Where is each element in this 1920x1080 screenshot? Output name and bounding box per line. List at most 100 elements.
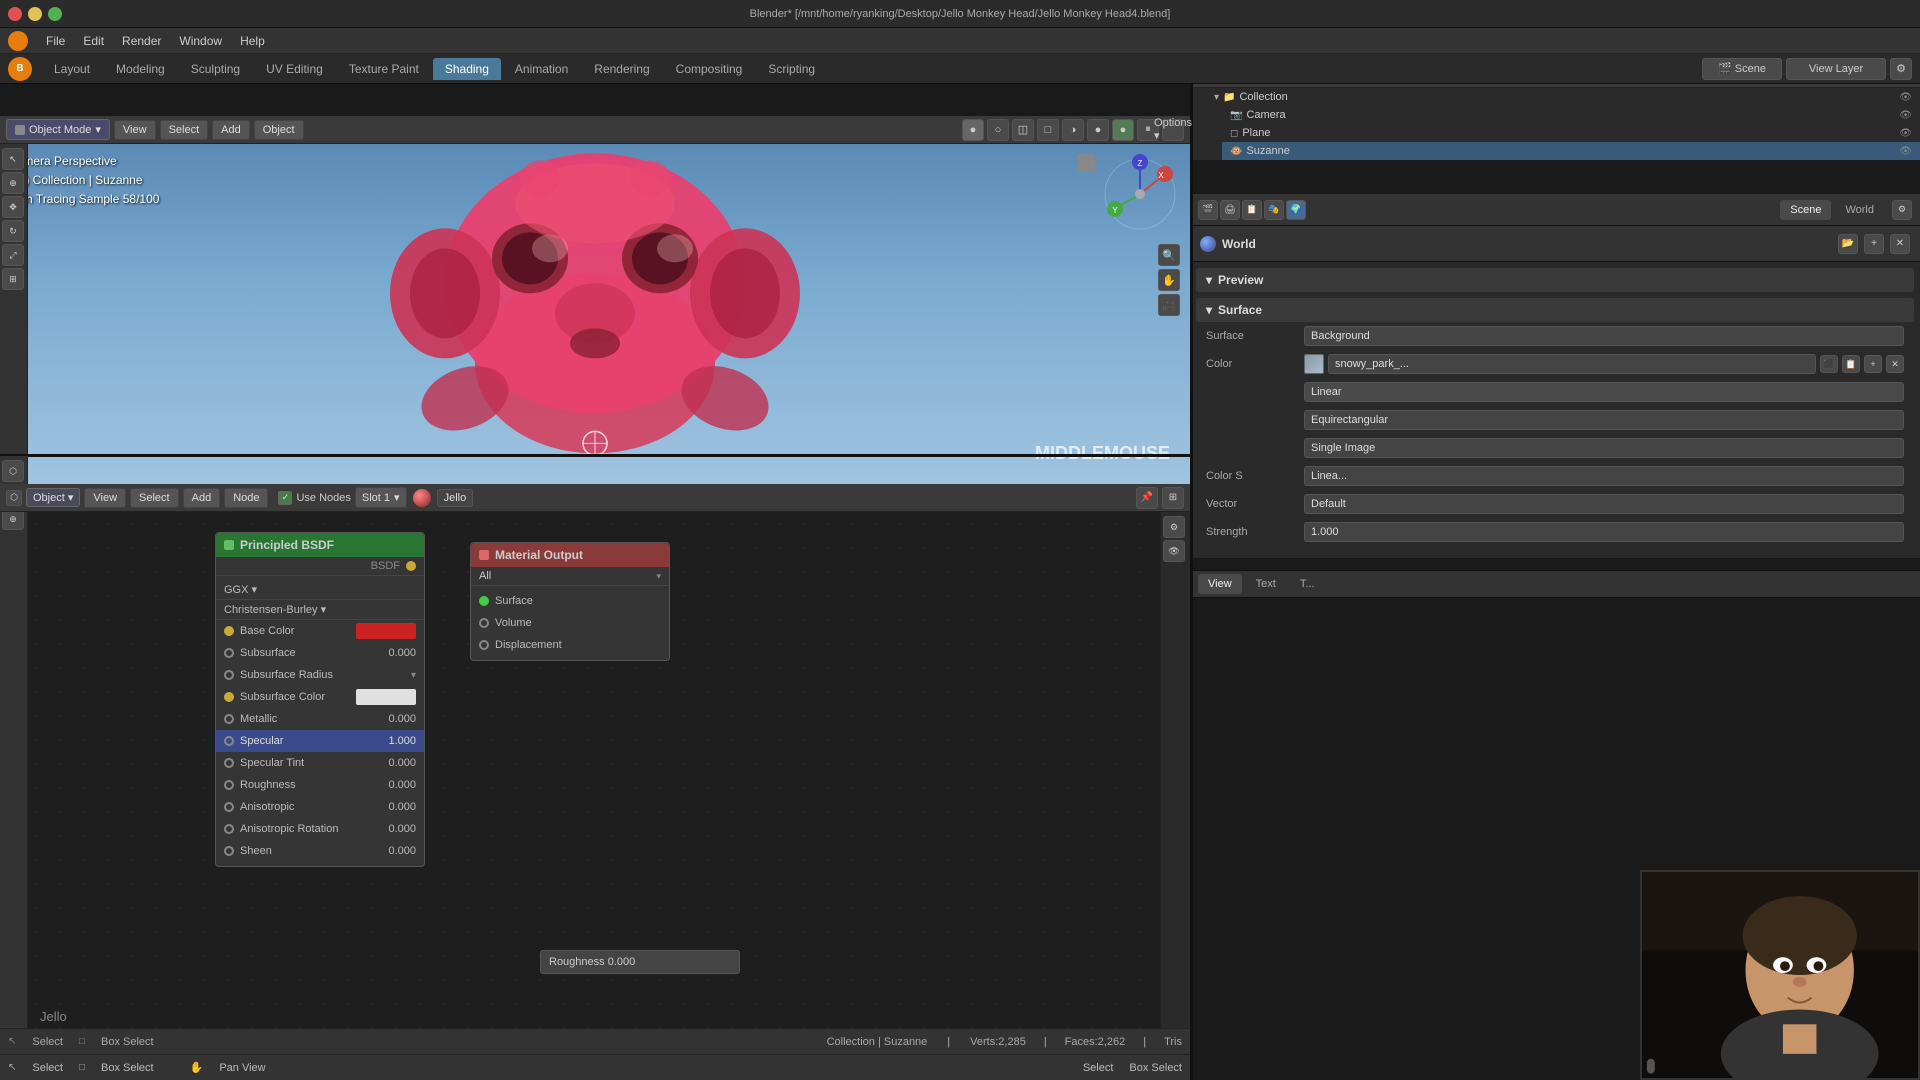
surface-input-socket[interactable] [479, 596, 489, 606]
select-btn-viewport[interactable]: Select [160, 120, 209, 140]
all-dropdown-row[interactable]: All ▾ [471, 567, 669, 586]
preview-section-title[interactable]: ▾ Preview [1196, 268, 1914, 292]
bottom-select-right[interactable]: Select [1083, 1062, 1114, 1074]
metallic-row[interactable]: Metallic 0.000 [216, 708, 424, 730]
options-icon[interactable]: Options ▾ [1162, 119, 1184, 141]
view-btn[interactable]: View [114, 120, 156, 140]
move-tool[interactable]: ✥ [2, 196, 24, 218]
scale-tool[interactable]: ⤢ [2, 244, 24, 266]
surface-section-title[interactable]: ▾ Surface [1196, 298, 1914, 322]
select-status[interactable]: Select [32, 1036, 63, 1048]
bottom-box-select-right[interactable]: Box Select [1129, 1062, 1182, 1074]
subsurface-socket[interactable] [224, 648, 234, 658]
roughness-socket[interactable] [224, 780, 234, 790]
base-color-socket[interactable] [224, 626, 234, 636]
select-tool[interactable]: ↖ [2, 148, 24, 170]
ggx-dropdown[interactable]: GGX ▾ [216, 580, 424, 600]
cursor-tool[interactable]: ⊕ [2, 172, 24, 194]
subsurface-color-swatch[interactable] [356, 689, 416, 705]
scene-selector[interactable]: 🎬 Scene [1702, 58, 1782, 80]
view-layer-selector[interactable]: View Layer [1786, 58, 1886, 80]
node-select-btn[interactable]: Select [130, 488, 179, 508]
node-view-fit[interactable]: ⊞ [1162, 487, 1184, 509]
scene-tab[interactable]: Scene [1780, 200, 1831, 220]
minimize-btn[interactable] [28, 7, 42, 21]
rendered-view-icon[interactable]: ● [962, 119, 984, 141]
render-props-icon[interactable]: 🎬 [1198, 200, 1218, 220]
maximize-btn[interactable] [48, 7, 62, 21]
single-image-value[interactable]: Single Image [1304, 438, 1904, 458]
specular-tint-socket[interactable] [224, 758, 234, 768]
subsurface-row[interactable]: Subsurface 0.000 [216, 642, 424, 664]
specular-row[interactable]: Specular 1.000 [216, 730, 424, 752]
add-btn[interactable]: Add [212, 120, 250, 140]
displacement-input-socket[interactable] [479, 640, 489, 650]
anisotropic-rotation-row[interactable]: Anisotropic Rotation 0.000 [216, 818, 424, 840]
shading-wire[interactable]: □ [1037, 119, 1059, 141]
scene-props-icon[interactable]: 🎭 [1264, 200, 1284, 220]
base-color-swatch[interactable] [356, 623, 416, 639]
bottom-pan-view[interactable]: Pan View [219, 1062, 265, 1074]
menu-file[interactable]: File [38, 32, 73, 50]
object-btn[interactable]: Object [254, 120, 304, 140]
material-output-node[interactable]: Material Output All ▾ Surface Volume Dis… [470, 542, 670, 661]
menu-window[interactable]: Window [171, 32, 230, 50]
color-browse-icon[interactable]: ⬛ [1820, 355, 1838, 373]
node-properties-icon[interactable]: ⚙ [1163, 516, 1185, 538]
specular-tint-row[interactable]: Specular Tint 0.000 [216, 752, 424, 774]
node-sidebar-tool1[interactable]: ⬡ [2, 460, 24, 482]
node-pin-icon[interactable]: 📌 [1136, 487, 1158, 509]
eye-icon-suzanne[interactable]: 👁 [1899, 146, 1912, 157]
sheen-row[interactable]: Sheen 0.000 [216, 840, 424, 862]
hand-tool[interactable]: ✋ [1158, 269, 1180, 291]
anisotropic-row[interactable]: Anisotropic 0.000 [216, 796, 424, 818]
eye-icon-collection[interactable]: 👁 [1899, 92, 1912, 103]
tab-uv-editing[interactable]: UV Editing [254, 58, 335, 80]
subsurface-radius-socket[interactable] [224, 670, 234, 680]
tab-animation[interactable]: Animation [503, 58, 580, 80]
strength-value[interactable]: 1.000 [1304, 522, 1904, 542]
world-browse-icon[interactable]: 📂 [1838, 234, 1858, 254]
view-tab[interactable]: View [1198, 574, 1242, 594]
collection-item-suzanne[interactable]: 🐵 Suzanne 👁 [1222, 142, 1920, 160]
linear-dropdown[interactable]: Linear [1304, 382, 1904, 402]
xray-icon[interactable]: ◫ [1012, 119, 1034, 141]
surface-value[interactable]: Background [1304, 326, 1904, 346]
nav-gizmo-container[interactable]: X Y Z [1100, 154, 1180, 237]
output-props-icon[interactable]: 🖨 [1220, 200, 1240, 220]
tab-compositing[interactable]: Compositing [664, 58, 755, 80]
tab-shading[interactable]: Shading [433, 58, 501, 80]
shading-rendered[interactable]: ● [1112, 119, 1134, 141]
tab-modeling[interactable]: Modeling [104, 58, 177, 80]
transform-tool[interactable]: ⊞ [2, 268, 24, 290]
close-btn[interactable] [8, 7, 22, 21]
color-copy-icon[interactable]: 📋 [1842, 355, 1860, 373]
collection-item-plane[interactable]: ◻ Plane 👁 [1222, 124, 1920, 142]
world-tab[interactable]: World [1835, 200, 1884, 220]
node-view-btn[interactable]: View [84, 488, 126, 508]
displacement-output-row[interactable]: Displacement [471, 634, 669, 656]
text-tab[interactable]: Text [1246, 574, 1286, 594]
vector-value[interactable]: Default [1304, 494, 1904, 514]
zoom-in[interactable]: 🔍 [1158, 244, 1180, 266]
rotate-tool[interactable]: ↻ [2, 220, 24, 242]
specular-socket[interactable] [224, 736, 234, 746]
subsurface-radius-row[interactable]: Subsurface Radius ▾ [216, 664, 424, 686]
collection-item-collection[interactable]: ▾ 📁 Collection 👁 [1206, 88, 1920, 106]
sheen-socket[interactable] [224, 846, 234, 856]
t-tab[interactable]: T... [1290, 574, 1325, 594]
surface-output-row[interactable]: Surface [471, 590, 669, 612]
world-close-icon[interactable]: ✕ [1890, 234, 1910, 254]
color-new-icon[interactable]: + [1864, 355, 1882, 373]
world-props-icon[interactable]: 🌍 [1286, 200, 1306, 220]
eye-icon-camera[interactable]: 👁 [1899, 110, 1912, 121]
metallic-socket[interactable] [224, 714, 234, 724]
camera-tool[interactable]: 🎥 [1158, 294, 1180, 316]
anisotropic-rotation-socket[interactable] [224, 824, 234, 834]
bottom-box-select[interactable]: Box Select [101, 1062, 154, 1074]
tab-layout[interactable]: Layout [42, 58, 102, 80]
overlay-icon[interactable]: ○ [987, 119, 1009, 141]
principled-bsdf-node[interactable]: Principled BSDF BSDF GGX ▾ Christensen-B… [215, 532, 425, 867]
eye-icon-plane[interactable]: 👁 [1899, 128, 1912, 139]
menu-help[interactable]: Help [232, 32, 273, 50]
